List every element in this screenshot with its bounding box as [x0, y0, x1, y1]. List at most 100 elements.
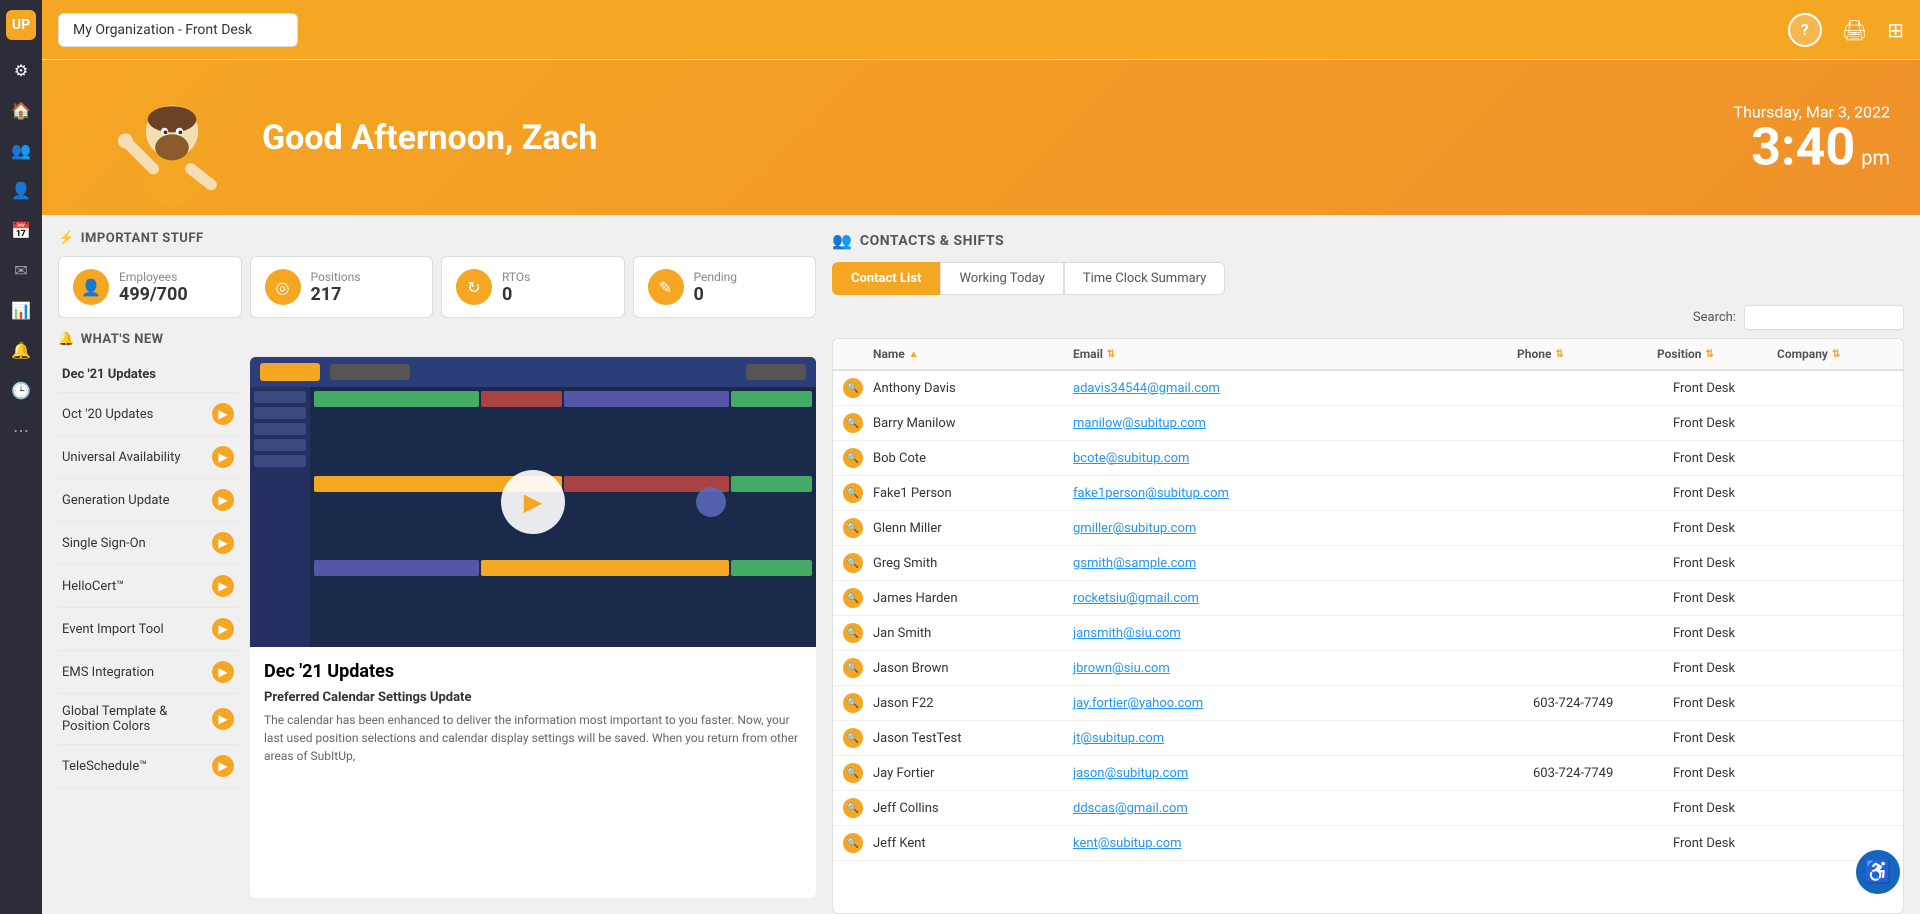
news-item-ems-integration[interactable]: EMS Integration ▶ [58, 651, 238, 694]
table-row: 🔍 Glenn Miller gmiller@subitup.com Front… [833, 511, 1903, 546]
print-icon[interactable]: 🖨 [1842, 18, 1867, 42]
col-phone[interactable]: Phone ⇅ [1517, 347, 1657, 361]
org-selector[interactable]: My Organization - Front Desk ▾ [58, 13, 298, 47]
sidebar-item-messages[interactable]: ✉ [3, 252, 39, 288]
row-email[interactable]: jansmith@siu.com [1073, 626, 1533, 641]
row-search-icon[interactable]: 🔍 [843, 413, 873, 433]
stat-card-employees: 👤 Employees 499/700 [58, 256, 242, 318]
sidebar-item-calendar[interactable]: 📅 [3, 212, 39, 248]
row-position: Front Desk [1673, 731, 1793, 746]
help-icon[interactable]: ? [1788, 13, 1822, 47]
row-search-icon[interactable]: 🔍 [843, 728, 873, 748]
row-email[interactable]: gmiller@subitup.com [1073, 521, 1533, 536]
row-email[interactable]: jason@subitup.com [1073, 766, 1533, 781]
table-row: 🔍 Jason TestTest jt@subitup.com Front De… [833, 721, 1903, 756]
news-item-global-template[interactable]: Global Template & Position Colors ▶ [58, 694, 238, 745]
sidebar-item-profile[interactable]: 👤 [3, 172, 39, 208]
row-email[interactable]: gsmith@sample.com [1073, 556, 1533, 571]
accessibility-button[interactable]: ♿ [1856, 850, 1900, 894]
stat-card-rtos: ↻ RTOs 0 [441, 256, 625, 318]
play-button[interactable]: ▶ [501, 470, 565, 534]
sidebar-item-more[interactable]: ⋯ [3, 412, 39, 448]
stat-card-pending: ✎ Pending 0 [633, 256, 817, 318]
row-search-icon[interactable]: 🔍 [843, 518, 873, 538]
sidebar-item-timeclock[interactable]: 🕒 [3, 372, 39, 408]
contacts-table: Name ▲ Email ⇅ Phone ⇅ Position ⇅ [832, 338, 1904, 914]
contacts-section-title: CONTACTS & SHIFTS [860, 233, 1004, 249]
row-email[interactable]: adavis34544@gmail.com [1073, 381, 1533, 396]
col-position[interactable]: Position ⇅ [1657, 347, 1777, 361]
tab-contact-list[interactable]: Contact List [832, 262, 940, 295]
contacts-tabs: Contact List Working Today Time Clock Su… [832, 262, 1904, 295]
news-item-generation-update[interactable]: Generation Update ▶ [58, 479, 238, 522]
rtos-icon: ↻ [456, 269, 492, 305]
main-content: My Organization - Front Desk ▾ ? 🖨 ⊞ [42, 0, 1920, 914]
tab-time-clock-summary[interactable]: Time Clock Summary [1064, 262, 1226, 295]
sidebar-item-home[interactable]: 🏠 [3, 92, 39, 128]
positions-value: 217 [311, 284, 361, 305]
arrow-icon: ▶ [212, 446, 234, 468]
row-phone: 603-724-7749 [1533, 766, 1673, 781]
row-search-icon[interactable]: 🔍 [843, 623, 873, 643]
sort-icon-phone: ⇅ [1555, 349, 1563, 360]
arrow-icon: ▶ [212, 661, 234, 683]
row-email[interactable]: ddscas@gmail.com [1073, 801, 1533, 816]
tab-working-today[interactable]: Working Today [940, 262, 1063, 295]
sidebar-item-users[interactable]: 👥 [3, 132, 39, 168]
row-search-icon[interactable]: 🔍 [843, 553, 873, 573]
app-logo[interactable]: UP [6, 10, 36, 40]
news-article-subtitle: Preferred Calendar Settings Update [264, 690, 802, 705]
row-search-icon[interactable]: 🔍 [843, 483, 873, 503]
news-item-oct20[interactable]: Oct '20 Updates ▶ [58, 393, 238, 436]
row-email[interactable]: jt@subitup.com [1073, 731, 1533, 746]
news-item-hellocert[interactable]: HelloCert™ ▶ [58, 565, 238, 608]
row-search-icon[interactable]: 🔍 [843, 693, 873, 713]
news-item-teleschedule[interactable]: TeleSchedule™ ▶ [58, 745, 238, 788]
row-name: Jan Smith [873, 626, 1073, 641]
row-search-icon[interactable]: 🔍 [843, 798, 873, 818]
row-position: Front Desk [1673, 381, 1793, 396]
row-search-icon[interactable]: 🔍 [843, 448, 873, 468]
news-item-event-import[interactable]: Event Import Tool ▶ [58, 608, 238, 651]
row-email[interactable]: manilow@subitup.com [1073, 416, 1533, 431]
row-position: Front Desk [1673, 801, 1793, 816]
important-stuff-title: ⚡ IMPORTANT STUFF [58, 231, 816, 246]
news-item-universal-availability[interactable]: Universal Availability ▶ [58, 436, 238, 479]
row-email[interactable]: jbrown@siu.com [1073, 661, 1533, 676]
topbar-right: ? 🖨 ⊞ [1788, 13, 1904, 47]
row-name: Jason TestTest [873, 731, 1073, 746]
employees-label: Employees [119, 270, 188, 284]
row-email[interactable]: jay.fortier@yahoo.com [1073, 696, 1533, 711]
grid-icon[interactable]: ⊞ [1887, 18, 1904, 42]
row-search-icon[interactable]: 🔍 [843, 833, 873, 853]
row-email[interactable]: bcote@subitup.com [1073, 451, 1533, 466]
sidebar-item-notifications[interactable]: 🔔 [3, 332, 39, 368]
content-area: ⚡ IMPORTANT STUFF 👤 Employees 499/700 ◎ … [42, 215, 1920, 914]
row-email[interactable]: fake1person@subitup.com [1073, 486, 1533, 501]
row-search-icon[interactable]: 🔍 [843, 763, 873, 783]
table-row: 🔍 Jason F22 jay.fortier@yahoo.com 603-72… [833, 686, 1903, 721]
contacts-header: 👥 CONTACTS & SHIFTS [832, 231, 1904, 250]
row-position: Front Desk [1673, 416, 1793, 431]
search-input[interactable] [1744, 305, 1904, 330]
left-panel: ⚡ IMPORTANT STUFF 👤 Employees 499/700 ◎ … [42, 215, 832, 914]
news-video[interactable]: ▶ [250, 357, 816, 647]
col-name[interactable]: Name ▲ [873, 347, 1073, 361]
row-search-icon[interactable]: 🔍 [843, 378, 873, 398]
topbar: My Organization - Front Desk ▾ ? 🖨 ⊞ [42, 0, 1920, 60]
row-position: Front Desk [1673, 766, 1793, 781]
col-company[interactable]: Company ⇅ [1777, 347, 1877, 361]
col-email[interactable]: Email ⇅ [1073, 347, 1517, 361]
row-search-icon[interactable]: 🔍 [843, 658, 873, 678]
arrow-icon: ▶ [212, 618, 234, 640]
rtos-label: RTOs [502, 270, 530, 284]
news-item-single-sign-on[interactable]: Single Sign-On ▶ [58, 522, 238, 565]
row-position: Front Desk [1673, 486, 1793, 501]
sidebar-item-reports[interactable]: 📊 [3, 292, 39, 328]
arrow-icon: ▶ [212, 489, 234, 511]
row-search-icon[interactable]: 🔍 [843, 588, 873, 608]
row-email[interactable]: kent@subitup.com [1073, 836, 1533, 851]
news-item-dec21[interactable]: Dec '21 Updates [58, 357, 238, 393]
row-email[interactable]: rocketsiu@gmail.com [1073, 591, 1533, 606]
sidebar-item-settings[interactable]: ⚙ [3, 52, 39, 88]
